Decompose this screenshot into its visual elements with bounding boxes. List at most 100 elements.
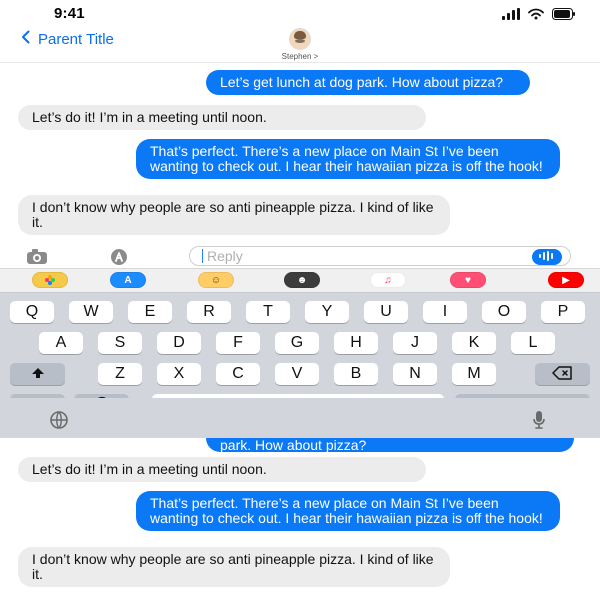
status-time: 9:41 [54,5,85,22]
status-bar: 9:41 [0,0,600,28]
text-caret [202,249,203,263]
key-q[interactable]: Q [10,301,54,323]
message-bubble-incoming-1: Let’s do it! I’m in a meeting until noon… [18,105,426,130]
key-label: I [442,303,448,320]
reply-input[interactable]: Reply [189,246,571,266]
globe-icon[interactable] [48,409,70,431]
key-m[interactable]: M [452,363,496,385]
key-w[interactable]: W [69,301,113,323]
key-label: M [467,365,481,382]
message-text: I don’t know why people are so anti pine… [32,551,434,582]
key-f[interactable]: F [216,332,260,354]
battery-icon [552,7,576,25]
key-k[interactable]: K [452,332,496,354]
music-app-icon[interactable]: ♫ [370,272,406,288]
key-label: F [233,334,243,351]
key-u[interactable]: U [364,301,408,323]
key-r[interactable]: R [187,301,231,323]
key-label: N [409,365,421,382]
imessage-app-strip: A ☺ ☻ ♫ ♥ ▶ [0,268,600,294]
key-label: W [83,303,99,320]
nav-bar: Parent Title Stephen > [0,28,600,63]
key-s[interactable]: S [98,332,142,354]
key-label: X [173,365,185,382]
microphone-icon[interactable] [528,409,550,431]
key-z[interactable]: Z [98,363,142,385]
key-t[interactable]: T [246,301,290,323]
key-a[interactable]: A [39,332,83,354]
key-c[interactable]: C [216,363,260,385]
shift-key[interactable] [10,363,65,385]
message-text: Let’s get lunch at dog park. How about p… [220,74,504,90]
lower-message-bubble-outgoing-1: That’s perfect. There’s a new place on M… [136,491,560,531]
voice-record-button[interactable] [532,249,562,265]
key-label: O [497,303,511,320]
back-label: Parent Title [38,30,114,48]
key-label: U [380,303,392,320]
key-label: G [290,334,304,351]
message-bubble-incoming-2: I don’t know why people are so anti pine… [18,195,450,235]
key-o[interactable]: O [482,301,526,323]
chevron-left-icon [18,29,34,49]
key-g[interactable]: G [275,332,319,354]
lower-message-bubble-incoming-2: I don’t know why people are so anti pine… [18,547,450,587]
reply-placeholder: Reply [207,248,243,264]
key-h[interactable]: H [334,332,378,354]
shift-icon [30,365,46,384]
key-label: J [411,334,419,351]
app-store-icon[interactable] [108,247,130,267]
key-label: K [468,334,480,351]
lower-message-bubble-incoming-1: Let’s do it! I’m in a meeting until noon… [18,457,426,482]
back-button[interactable]: Parent Title [18,28,114,50]
delete-icon [551,365,574,384]
chat-thread: Let’s get lunch at dog park. How about p… [0,63,600,246]
key-label: C [232,365,244,382]
message-text: Let’s do it! I’m in a meeting until noon… [32,109,267,125]
memoji-sticker-app-icon[interactable]: ☻ [284,272,320,288]
key-label: Z [115,365,125,382]
app-store-app-icon[interactable]: A [110,272,146,288]
key-n[interactable]: N [393,363,437,385]
key-label: H [350,334,362,351]
key-label: R [203,303,215,320]
message-bubble-outgoing-1: Let’s get lunch at dog park. How about p… [206,70,530,95]
memoji-app-icon[interactable]: ☺ [198,272,234,288]
wifi-icon [528,7,544,25]
photos-app-icon[interactable] [32,272,68,288]
key-l[interactable]: L [511,332,555,354]
key-v[interactable]: V [275,363,319,385]
message-text: I don’t know why people are so anti pine… [32,199,434,230]
camera-icon[interactable] [26,247,48,267]
message-text: Let’s do it! I’m in a meeting until noon… [32,461,267,477]
status-icons [502,7,576,25]
key-e[interactable]: E [128,301,172,323]
key-d[interactable]: D [157,332,201,354]
message-text: park. How about pizza? [220,437,367,453]
waveform-icon [538,250,556,264]
messages-screen: 9:41 Parent Title Stephen > Let’s get lu… [0,0,600,600]
key-label: Y [321,303,333,320]
key-label: B [350,365,362,382]
key-label: P [557,303,569,320]
key-i[interactable]: I [423,301,467,323]
delete-key[interactable] [535,363,590,385]
key-label: D [173,334,185,351]
key-p[interactable]: P [541,301,585,323]
key-y[interactable]: Y [305,301,349,323]
key-j[interactable]: J [393,332,437,354]
key-label: Q [25,303,39,320]
key-label: A [55,334,67,351]
compose-bar: Reply [0,246,600,268]
lower-chat-preview: park. How about pizza? Let’s do it! I’m … [0,438,600,600]
message-text: That’s perfect. There’s a new place on M… [150,495,543,526]
avatar [289,28,311,50]
key-label: S [114,334,126,351]
contact-header[interactable]: Stephen > [258,28,342,61]
key-x[interactable]: X [157,363,201,385]
key-b[interactable]: B [334,363,378,385]
youtube-app-icon[interactable]: ▶ [548,272,584,288]
message-bubble-outgoing-fragment: park. How about pizza? [206,438,574,452]
keyboard-footer [0,398,600,438]
health-app-icon[interactable]: ♥ [450,272,486,288]
message-bubble-outgoing-2: That’s perfect. There’s a new place on M… [136,139,560,179]
